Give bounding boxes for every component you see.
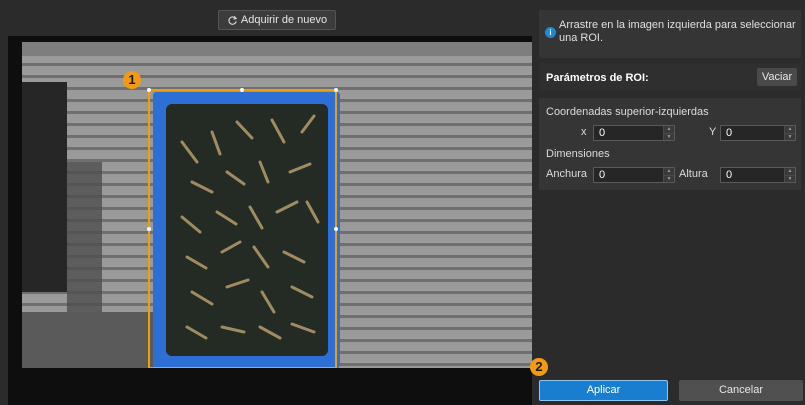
width-input[interactable]: 0 ▲ ▼ bbox=[593, 167, 675, 183]
stepper-down-icon[interactable]: ▼ bbox=[664, 175, 674, 182]
top-left-label: Coordenadas superior-izquierdas bbox=[546, 106, 709, 118]
stepper-up-icon[interactable]: ▲ bbox=[785, 168, 795, 175]
y-value: 0 bbox=[726, 127, 733, 139]
stepper-down-icon[interactable]: ▼ bbox=[785, 133, 795, 140]
stepper-up-icon[interactable]: ▲ bbox=[664, 126, 674, 133]
dimensions-label: Dimensiones bbox=[546, 148, 610, 160]
x-label: x bbox=[581, 126, 587, 138]
roi-dialog: Adquirir de nuevo i Arrastre en la image… bbox=[0, 0, 805, 405]
y-input[interactable]: 0 ▲ ▼ bbox=[720, 125, 796, 141]
width-label: Anchura bbox=[546, 168, 587, 180]
stepper-up-icon[interactable]: ▲ bbox=[664, 168, 674, 175]
image-viewer[interactable] bbox=[8, 36, 532, 405]
x-value: 0 bbox=[599, 127, 606, 139]
reacquire-button[interactable]: Adquirir de nuevo bbox=[218, 10, 336, 30]
refresh-icon bbox=[228, 15, 238, 25]
width-stepper[interactable]: ▲ ▼ bbox=[663, 168, 674, 182]
roi-parameters: Coordenadas superior-izquierdas x 0 ▲ ▼ … bbox=[539, 98, 801, 190]
stepper-up-icon[interactable]: ▲ bbox=[785, 126, 795, 133]
image-toolbar: Adquirir de nuevo bbox=[8, 6, 532, 34]
y-label: Y bbox=[709, 126, 717, 138]
x-stepper[interactable]: ▲ ▼ bbox=[663, 126, 674, 140]
info-icon: i bbox=[545, 27, 556, 38]
camera-image[interactable] bbox=[22, 42, 532, 368]
width-value: 0 bbox=[599, 169, 606, 181]
x-input[interactable]: 0 ▲ ▼ bbox=[593, 125, 675, 141]
clear-button[interactable]: Vaciar bbox=[757, 68, 797, 86]
height-value: 0 bbox=[726, 169, 733, 181]
hint-text: Arrastre en la imagen izquierda para sel… bbox=[559, 19, 796, 44]
image-panel: Adquirir de nuevo bbox=[0, 0, 532, 405]
stepper-down-icon[interactable]: ▼ bbox=[664, 133, 674, 140]
hint-box: i Arrastre en la imagen izquierda para s… bbox=[539, 10, 801, 58]
callout-badge-1: 1 bbox=[123, 71, 141, 89]
y-stepper[interactable]: ▲ ▼ bbox=[784, 126, 795, 140]
stepper-down-icon[interactable]: ▼ bbox=[785, 175, 795, 182]
height-input[interactable]: 0 ▲ ▼ bbox=[720, 167, 796, 183]
reacquire-label: Adquirir de nuevo bbox=[240, 14, 328, 26]
height-label: Altura bbox=[679, 168, 708, 180]
roi-header: Parámetros de ROI: Vaciar bbox=[539, 63, 801, 91]
callout-badge-2: 2 bbox=[530, 358, 548, 376]
camera-image-graphic bbox=[22, 42, 532, 368]
roi-settings-panel: i Arrastre en la imagen izquierda para s… bbox=[532, 0, 805, 405]
roi-title: Parámetros de ROI: bbox=[546, 72, 649, 84]
height-stepper[interactable]: ▲ ▼ bbox=[784, 168, 795, 182]
apply-button[interactable]: Aplicar bbox=[539, 380, 668, 401]
cancel-button[interactable]: Cancelar bbox=[679, 380, 803, 401]
